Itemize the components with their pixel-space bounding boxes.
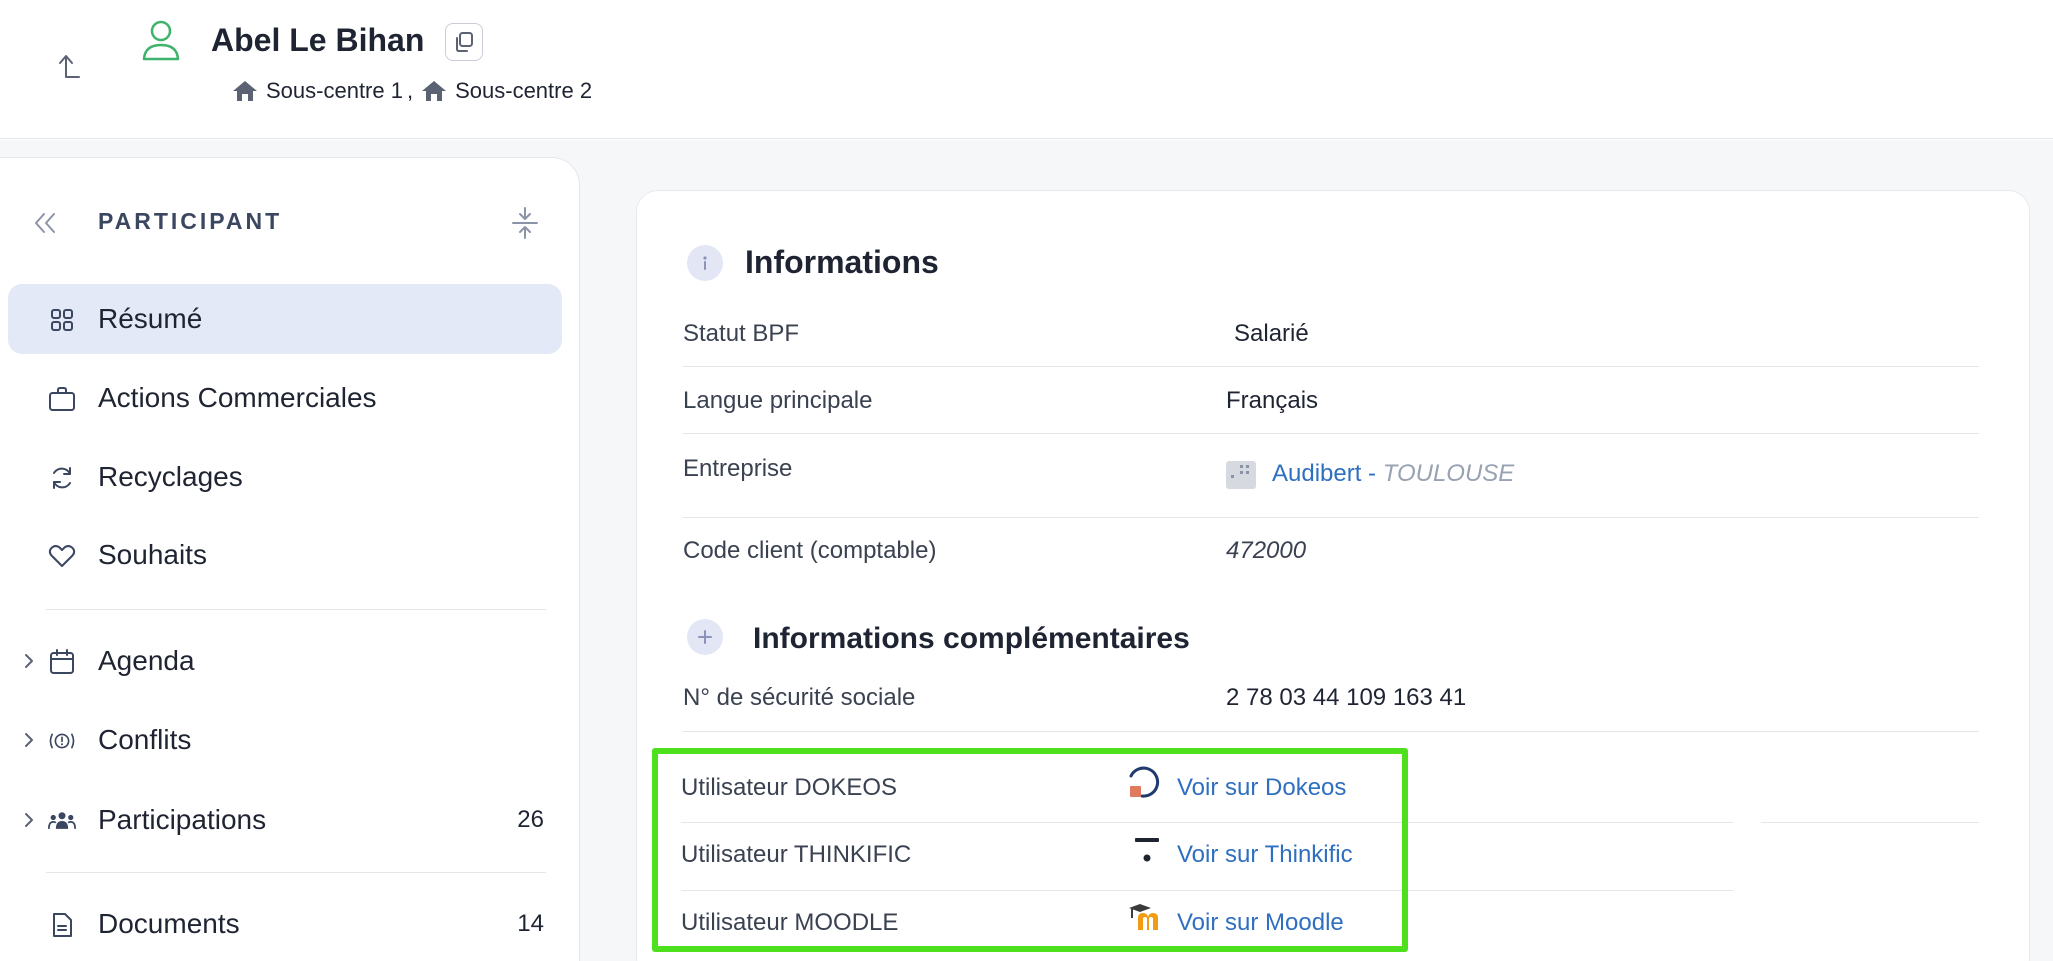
entreprise-city: TOULOUSE [1382,460,1515,487]
sidebar-item-souhaits[interactable]: Souhaits [8,520,562,590]
documents-count: 14 [517,910,544,937]
participations-count: 26 [517,806,544,833]
entreprise-label: Entreprise [683,455,793,482]
users-icon [48,808,76,834]
grid-icon [48,307,76,333]
secu-label: N° de sécurité sociale [683,684,916,711]
sidebar-item-label: Recyclages [98,461,243,492]
document-icon [48,912,76,938]
briefcase-icon [48,386,76,412]
copy-icon [456,32,473,52]
sidebar-item-label: Participations [98,804,267,835]
row-divider [1761,822,1979,823]
informations-title: Informations [745,244,939,280]
entreprise-link[interactable]: Audibert [1272,460,1361,487]
participant-name: Abel Le Bihan [211,22,425,58]
code-client-value: 472000 [1226,537,1307,564]
row-divider [683,731,1979,732]
sidebar-title: PARTICIPANT [98,208,283,234]
secu-value: 2 78 03 44 109 163 41 [1226,684,1467,711]
chevron-right-icon[interactable] [22,809,36,831]
sidebar-item-label: Résumé [98,303,203,334]
info-icon [687,245,723,281]
sidebar-divider [46,872,546,873]
entreprise-separator: - [1361,460,1383,487]
statut-bpf-value: Salarié [1234,320,1309,347]
complementaires-title: Informations complémentaires [753,622,1190,655]
highlight-frame [652,748,1408,952]
home-icon [422,81,447,101]
sidebar-item-label: Souhaits [98,539,207,570]
langue-value: Français [1226,387,1319,414]
page-header: Abel Le Bihan Sous-centre 1 , Sous-centr… [0,0,2053,139]
center-link[interactable]: Sous-centre 2 [455,78,592,104]
chevron-right-icon[interactable] [22,729,36,751]
alert-circle-icon [48,728,76,754]
plus-icon [687,619,723,655]
chevron-right-icon[interactable] [22,650,36,672]
sidebar-item-label: Agenda [98,645,195,676]
sidebar-item-recyclages[interactable]: Recyclages [8,442,562,512]
entreprise-value: Audibert - TOULOUSE [1226,460,1514,489]
person-icon [142,20,180,61]
building-icon [1226,460,1256,489]
sidebar-item-label: Conflits [98,724,192,755]
center-separator: , [406,78,414,103]
sidebar-divider [46,609,546,610]
row-divider [683,366,1979,367]
row-divider [683,433,1979,434]
back-button[interactable] [52,48,88,84]
sidebar-item-conflits[interactable]: Conflits [8,705,562,775]
sidebar-item-label: Documents [98,908,240,939]
code-client-label: Code client (comptable) [683,537,937,564]
arrow-up-left-icon [59,55,80,78]
sidebar-item-agenda[interactable]: Agenda [8,626,562,696]
sidebar-item-actions-commerciales[interactable]: Actions Commerciales [8,363,562,433]
home-icon [233,81,257,101]
sidebar-item-label: Actions Commerciales [98,382,377,413]
refresh-icon [48,465,76,491]
compress-icon[interactable] [510,206,540,240]
centers-breadcrumb: Sous-centre 1 , Sous-centre 2 [232,78,592,104]
heart-icon [48,543,76,569]
double-chevron-left-icon[interactable] [30,208,60,238]
row-divider [683,517,1979,518]
sidebar-item-documents[interactable]: Documents 14 [8,889,562,959]
sidebar-item-resume[interactable]: Résumé [8,284,562,354]
statut-bpf-label: Statut BPF [683,320,800,347]
center-link[interactable]: Sous-centre 1 [266,78,403,104]
sidebar-item-participations[interactable]: Participations 26 [8,785,562,855]
calendar-icon [48,649,76,675]
langue-label: Langue principale [683,387,873,414]
copy-button[interactable] [445,23,483,61]
